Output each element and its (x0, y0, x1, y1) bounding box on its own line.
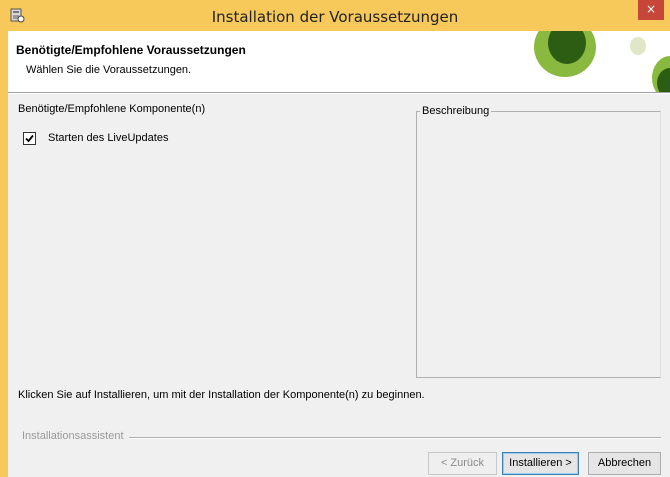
brand-logo (534, 31, 670, 92)
description-legend: Beschreibung (420, 105, 492, 117)
cancel-button[interactable]: Abbrechen (588, 452, 661, 475)
dialog-client-area: Benötigte/Empfohlene Voraussetzungen Wäh… (8, 31, 670, 477)
title-bar[interactable]: Installation der Voraussetzungen × (0, 0, 670, 31)
hint-text: Klicken Sie auf Installieren, um mit der… (18, 389, 425, 401)
header-panel: Benötigte/Empfohlene Voraussetzungen Wäh… (8, 31, 670, 92)
header-separator (8, 92, 670, 94)
liveupdate-checkbox[interactable] (23, 131, 36, 145)
window-title: Installation der Voraussetzungen (211, 8, 459, 26)
close-icon[interactable]: × (638, 0, 664, 20)
header-subtitle: Wählen Sie die Voraussetzungen. (26, 64, 192, 76)
description-groupbox (416, 111, 661, 378)
install-button[interactable]: Installieren > (502, 452, 579, 475)
component-item[interactable]: Starten des LiveUpdates (23, 130, 168, 146)
assistant-separator (129, 437, 661, 439)
installer-window: Installation der Voraussetzungen × Benöt… (0, 0, 670, 477)
back-button[interactable]: < Zurück (428, 452, 497, 475)
checkmark-icon (25, 134, 34, 142)
liveupdate-checkbox-label: Starten des LiveUpdates (48, 132, 169, 144)
header-title: Benötigte/Empfohlene Voraussetzungen (16, 43, 246, 57)
assistant-label: Installationsassistent (22, 430, 124, 442)
components-label: Benötigte/Empfohlene Komponente(n) (18, 103, 206, 115)
